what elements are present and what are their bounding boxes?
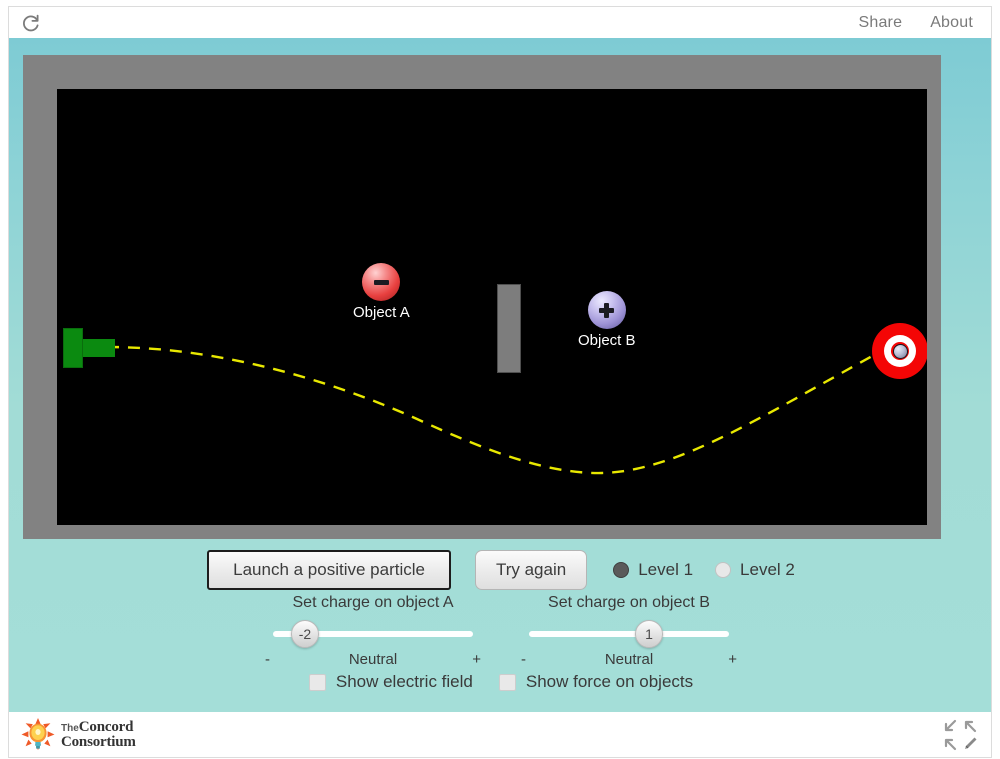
checkbox-show-electric-field-icon[interactable] (308, 673, 326, 691)
checkbox-show-force-on-objects-icon[interactable] (498, 673, 516, 691)
main-panel: Object A Object B Launch a positive part… (8, 38, 992, 712)
share-link[interactable]: Share (858, 14, 902, 32)
arrow-bottom-left-icon[interactable] (941, 736, 959, 752)
charge-sphere-b[interactable] (587, 291, 626, 329)
charge-sliders-row: Set charge on object A -2 - Neutral + Se… (9, 594, 993, 671)
charge-slider-b-max-label: + (728, 651, 737, 668)
concord-consortium-logo[interactable]: TheConcord Consortium (21, 717, 136, 752)
charge-slider-b-track[interactable] (529, 631, 729, 637)
charge-object-a-label: Object A (353, 304, 410, 321)
charge-object-b-label: Object B (578, 332, 636, 349)
launcher-barrel (83, 339, 115, 357)
charge-slider-b-mid-label: Neutral (604, 651, 654, 668)
top-bar-links: Share About (858, 14, 973, 32)
logo-concord: Concord (78, 718, 134, 735)
simulation-canvas[interactable]: Object A Object B (57, 89, 927, 525)
launched-particle (892, 343, 908, 359)
level-radio-group: Level 1 Level 2 (613, 560, 795, 580)
wall-obstacle (497, 284, 521, 373)
particle-trajectory (106, 345, 886, 475)
charge-object-b[interactable]: Object B (578, 291, 636, 349)
charge-slider-b-handle[interactable]: 1 (635, 620, 663, 648)
logo-consortium: Consortium (61, 734, 136, 750)
pencil-icon[interactable] (961, 736, 979, 752)
charge-slider-a-max-label: + (472, 651, 481, 668)
plus-sign-icon (599, 302, 615, 318)
checkbox-show-force-on-objects-label: Show force on objects (525, 672, 694, 691)
radio-level-1-label: Level 1 (638, 560, 694, 579)
top-bar: Share About (8, 6, 992, 38)
arrow-top-left-icon[interactable] (941, 718, 959, 734)
charge-object-a[interactable]: Object A (353, 263, 410, 321)
charge-sphere-a[interactable] (362, 263, 401, 301)
target-ring-inner (891, 342, 909, 360)
primary-controls-row: Launch a positive particle Try again Lev… (9, 550, 993, 590)
charge-slider-a-track-wrap[interactable]: -2 (263, 620, 483, 648)
arrow-top-right-icon[interactable] (961, 718, 979, 734)
target-ring-white (884, 335, 916, 367)
checkbox-show-electric-field[interactable]: Show electric field (308, 672, 473, 692)
launcher-base (63, 328, 83, 368)
checkbox-show-electric-field-label: Show electric field (335, 672, 473, 691)
simulation-frame: Object A Object B (23, 55, 941, 539)
radio-level-2-icon[interactable] (715, 562, 732, 578)
about-link[interactable]: About (930, 14, 973, 32)
radio-level-1[interactable]: Level 1 (613, 560, 693, 580)
logo-wordmark: TheConcord Consortium (61, 719, 136, 751)
radio-level-2[interactable]: Level 2 (715, 560, 795, 580)
minus-sign-icon (373, 275, 389, 290)
charge-slider-b-title: Set charge on object B (548, 594, 710, 611)
charge-slider-a-title: Set charge on object A (292, 594, 454, 611)
bullseye-target (872, 323, 927, 379)
charge-slider-b-scale: - Neutral + (519, 651, 739, 671)
launch-particle-button[interactable]: Launch a positive particle (207, 550, 451, 590)
charge-slider-b: Set charge on object B 1 - Neutral + (519, 594, 739, 671)
logo-the: The (61, 722, 79, 734)
charge-slider-a-handle[interactable]: -2 (291, 620, 319, 648)
app-root: Share About Object A Object B Launch a p… (0, 0, 1000, 759)
charge-slider-a: Set charge on object A -2 - Neutral + (263, 594, 483, 671)
checkbox-show-force-on-objects[interactable]: Show force on objects (498, 672, 694, 692)
display-options-row: Show electric field Show force on object… (9, 672, 993, 692)
footer-bar: TheConcord Consortium (8, 712, 992, 758)
radio-level-2-label: Level 2 (740, 560, 795, 579)
radio-level-1-icon[interactable] (613, 562, 630, 578)
footer-icon-group (941, 718, 979, 752)
lightbulb-sunburst-icon (21, 717, 55, 750)
charge-slider-b-track-wrap[interactable]: 1 (519, 620, 739, 648)
charge-slider-a-scale: - Neutral + (263, 651, 483, 671)
reload-icon[interactable] (19, 11, 43, 35)
try-again-button[interactable]: Try again (474, 550, 588, 590)
charge-slider-a-mid-label: Neutral (348, 651, 398, 668)
